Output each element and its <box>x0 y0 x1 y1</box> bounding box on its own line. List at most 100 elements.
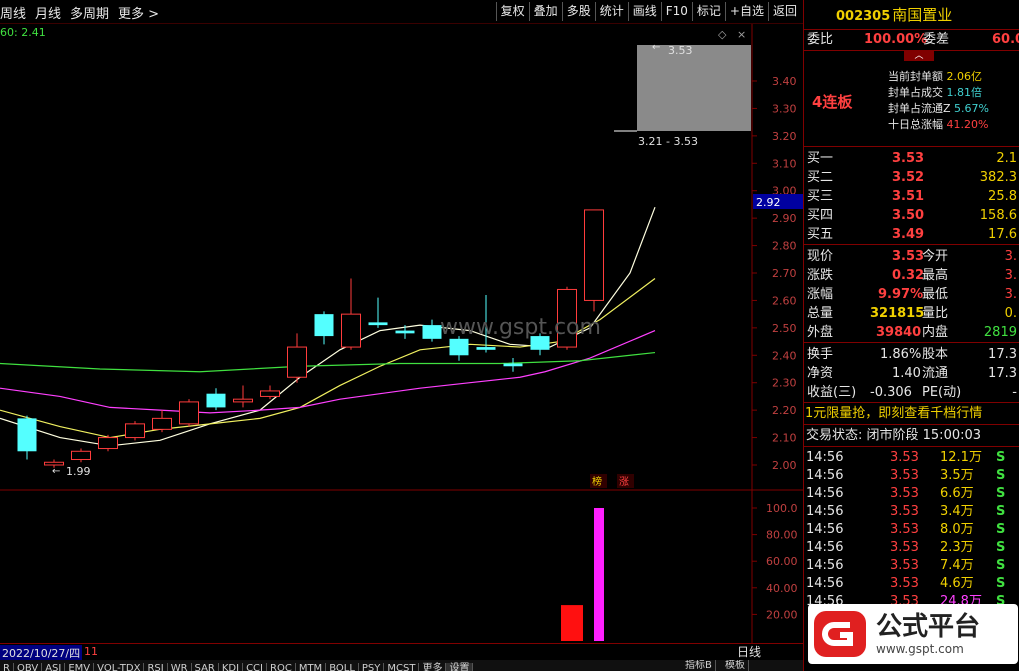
volume-axis-label: 100.0 <box>766 502 798 515</box>
statistics-button[interactable]: 统计 <box>594 2 628 21</box>
kline-chart[interactable]: 3.403.303.203.103.002.902.802.702.602.50… <box>0 24 803 643</box>
volume-axis-label: 40.00 <box>766 582 798 595</box>
tab-r[interactable]: R <box>0 663 14 671</box>
candle-body[interactable] <box>98 437 118 450</box>
candle-body[interactable] <box>314 314 334 337</box>
tab-emv[interactable]: EMV <box>65 663 95 671</box>
fund-row: 收益(三) -0.306 PE(动) - <box>807 385 1017 400</box>
candle-body[interactable] <box>179 401 199 425</box>
tab-obv[interactable]: OBV <box>14 663 43 671</box>
quote-panel: 002305南国置业 委比 100.00% 委差 60.0 ︿ 4连板 当前封单… <box>803 0 1019 671</box>
candle-body[interactable] <box>44 461 64 466</box>
candle-body[interactable] <box>152 417 172 430</box>
multi-stock-button[interactable]: 多股 <box>561 2 595 21</box>
volume-axis-label: 20.00 <box>766 608 798 621</box>
diamond-icon[interactable]: ◇ <box>718 28 727 41</box>
candle-body[interactable] <box>287 346 307 378</box>
price-axis-label: 2.30 <box>772 377 797 390</box>
tick-price: 3.53 <box>890 576 919 591</box>
volume-bar <box>561 605 583 641</box>
tab-mtm[interactable]: MTM <box>296 663 327 671</box>
tab-sar[interactable]: SAR <box>192 663 219 671</box>
tick-side: S <box>996 522 1006 537</box>
tick-volume: 12.1万 <box>940 450 982 465</box>
candle-body[interactable] <box>476 347 496 350</box>
logo-title: 公式平台 <box>876 612 981 642</box>
add-watchlist-button[interactable]: +自选 <box>724 2 768 21</box>
bang-tag[interactable]: 榜 <box>592 475 602 488</box>
price-axis-label: 2.60 <box>772 294 797 307</box>
tick-price: 3.53 <box>890 504 919 519</box>
tab-indicator-b[interactable]: 指标B <box>682 660 716 671</box>
tick-price: 3.53 <box>890 486 919 501</box>
tick-side: S <box>996 558 1006 573</box>
zhang-tag[interactable]: 涨 <box>619 476 629 488</box>
volume-bars <box>561 508 604 641</box>
candle-body[interactable] <box>17 418 37 452</box>
back-button[interactable]: 返回 <box>767 2 801 21</box>
candle-body[interactable] <box>422 325 442 339</box>
weibi-row: 委比 100.00% 委差 60.0 <box>804 30 1019 51</box>
period-label: 日线 <box>737 645 762 659</box>
tab-template[interactable]: 模板 <box>722 660 749 671</box>
draw-line-button[interactable]: 画线 <box>627 2 661 21</box>
candle-body[interactable] <box>395 330 415 334</box>
tick-price: 3.53 <box>890 558 919 573</box>
candle-body[interactable] <box>368 322 388 326</box>
candle-body[interactable] <box>503 363 523 367</box>
bid-row: 买一 3.53 2.1 <box>807 151 1017 166</box>
adjust-button[interactable]: 复权 <box>495 2 529 21</box>
tick-row: 14:56 3.53 12.1万 S <box>804 449 1019 467</box>
chart-toolbar: 周线 月线 多周期 更多 > 复权 叠加 多股 统计 画线 F10 标记 +自选 返回 <box>0 0 803 24</box>
volume-axis-label: 60.00 <box>766 555 798 568</box>
weicha-label: 委差 <box>923 32 950 47</box>
tab-kdj[interactable]: KDJ <box>219 663 244 671</box>
tab-mcst[interactable]: MCST <box>384 663 420 671</box>
volume-axis: 100.0 80.00 60.00 40.00 20.00 <box>752 502 798 621</box>
overlay-button[interactable]: 叠加 <box>528 2 562 21</box>
period-multi[interactable]: 多周期 <box>70 7 109 22</box>
candle-body[interactable] <box>233 398 253 403</box>
tick-side: S <box>996 540 1006 555</box>
tick-row: 14:56 3.53 3.5万 S <box>804 467 1019 485</box>
candle-body[interactable] <box>449 338 469 356</box>
fund-row: 换手 1.86% 股本 17.3 <box>807 347 1017 362</box>
ma60-label: 60: 2.41 <box>0 26 46 39</box>
tab-wr[interactable]: WR <box>168 663 192 671</box>
period-more[interactable]: 更多 > <box>118 7 159 22</box>
tab-roc[interactable]: ROC <box>267 663 296 671</box>
tab-cci[interactable]: CCI <box>243 663 267 671</box>
f10-button[interactable]: F10 <box>660 2 692 21</box>
tick-price: 3.53 <box>890 540 919 555</box>
weicha-value: 60.0 <box>992 32 1019 47</box>
tab-vol-tdx[interactable]: VOL-TDX <box>94 663 145 671</box>
tab-rsi[interactable]: RSI <box>144 663 168 671</box>
candle-body[interactable] <box>206 393 226 408</box>
price-axis-label: 3.20 <box>772 130 797 143</box>
tick-side: S <box>996 468 1006 483</box>
close-icon[interactable]: × <box>737 28 746 41</box>
tab-psy[interactable]: PSY <box>359 663 385 671</box>
price-axis-label: 2.10 <box>772 432 797 445</box>
collapse-icon[interactable]: ︿ <box>904 51 934 61</box>
candle-body[interactable] <box>260 390 280 397</box>
tab-asi[interactable]: ASI <box>42 663 66 671</box>
candle-body[interactable] <box>341 313 361 348</box>
promo-banner[interactable]: 1元限量抢，即刻查看千档行情 <box>804 403 1019 425</box>
tick-side: S <box>996 504 1006 519</box>
tab-boll[interactable]: BOLL <box>326 663 359 671</box>
gspt-logo: 公式平台 www.gspt.com <box>808 604 1018 664</box>
date-value: 11 <box>84 645 98 658</box>
mark-button[interactable]: 标记 <box>691 2 725 21</box>
period-weekly[interactable]: 周线 <box>0 7 26 22</box>
tick-row: 14:56 3.53 7.4万 S <box>804 557 1019 575</box>
candle-body[interactable] <box>125 423 145 439</box>
fundamentals: 换手 1.86% 股本 17.3 净资 1.40 流通 17.3 收益(三) -0.306 PE… <box>804 343 1019 403</box>
seal-row: 封单占成交 1.81倍 <box>888 86 982 99</box>
tab-more[interactable]: 更多 <box>419 663 447 671</box>
stat-row: 涨幅 9.97% 最低 3. <box>807 287 1017 302</box>
candle-body[interactable] <box>71 450 91 461</box>
period-monthly[interactable]: 月线 <box>35 7 61 22</box>
tab-settings[interactable]: 设置 <box>446 663 474 671</box>
candle-body[interactable] <box>584 209 604 301</box>
